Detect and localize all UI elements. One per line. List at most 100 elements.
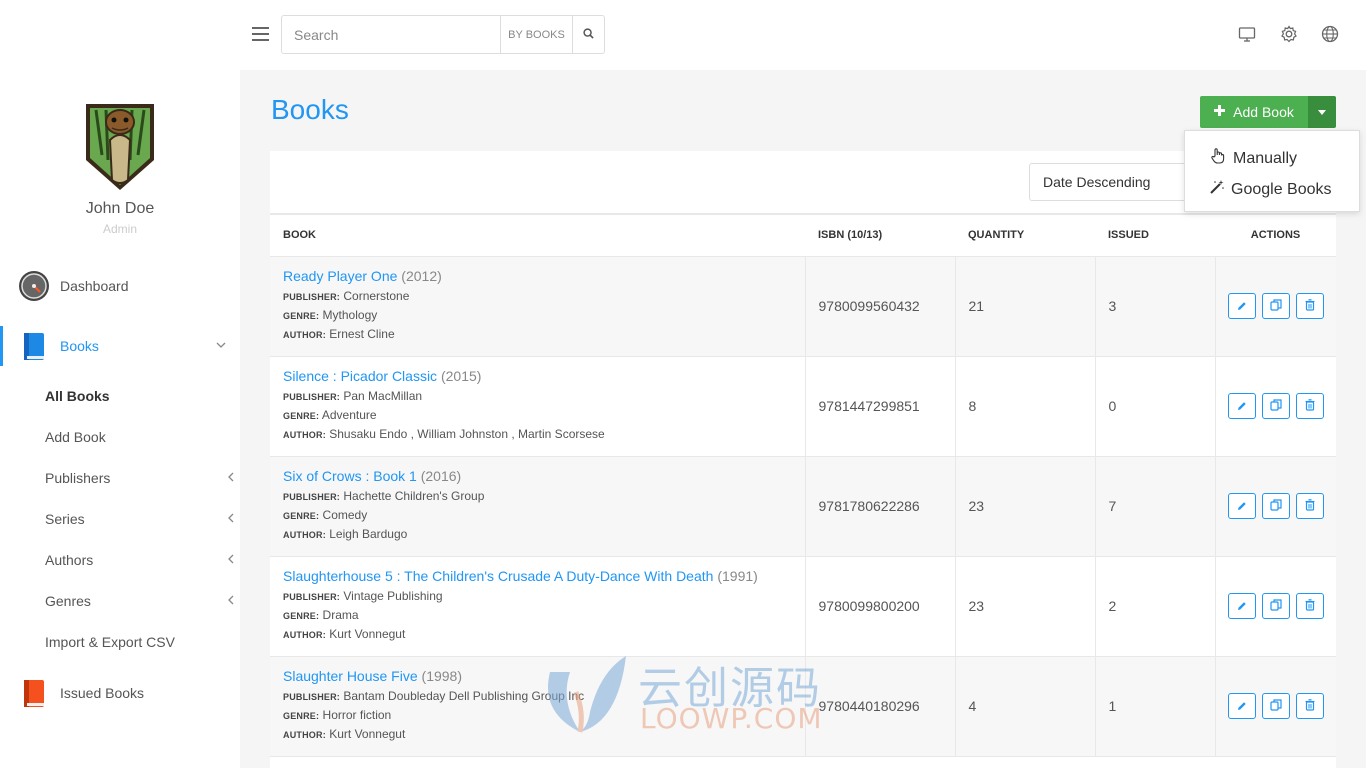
user-role: Admin <box>102 222 137 236</box>
sidebar-subitem-import-export-csv[interactable]: Import & Export CSV <box>45 634 235 654</box>
book-publisher: PUBLISHER: Hachette Children's Group <box>283 487 805 506</box>
column-header-quantity[interactable]: QUANTITY <box>955 213 1095 257</box>
sidebar-item-books[interactable]: Books <box>0 326 240 366</box>
isbn-cell: 9781780622286 <box>805 456 956 557</box>
delete-button[interactable] <box>1295 593 1324 619</box>
edit-button[interactable] <box>1227 593 1256 619</box>
book-title-link[interactable]: Silence : Picador Classic <box>283 368 437 384</box>
pencil-icon <box>1237 698 1247 714</box>
book-genre: GENRE: Drama <box>283 606 805 625</box>
sidebar-item-label: Dashboard <box>60 278 129 294</box>
menu-item-manually[interactable]: Manually <box>1209 147 1297 170</box>
duplicate-button[interactable] <box>1261 693 1290 719</box>
book-orange-icon <box>18 677 50 709</box>
sidebar-item-issued-books[interactable]: Issued Books <box>0 673 240 713</box>
book-publisher: PUBLISHER: Bantam Doubleday Dell Publish… <box>283 687 805 706</box>
sidebar-subitem-all-books[interactable]: All Books <box>45 388 235 408</box>
publisher-label: PUBLISHER: <box>283 392 341 402</box>
delete-button[interactable] <box>1295 393 1324 419</box>
book-year: (2015) <box>440 368 482 384</box>
column-header-book[interactable]: BOOK <box>270 213 805 257</box>
sidebar-subitem-genres[interactable]: Genres <box>45 593 235 613</box>
chevron-left-icon <box>227 513 235 526</box>
sidebar-item-dashboard[interactable]: Dashboard <box>0 266 240 306</box>
books-table: BOOK ISBN (10/13) QUANTITY ISSUED ACTION… <box>270 213 1336 757</box>
search-scope-button[interactable]: BY BOOKS <box>500 16 572 53</box>
book-author: AUTHOR: Leigh Bardugo <box>283 525 805 544</box>
quantity-cell: 21 <box>955 256 1096 357</box>
quantity-cell: 23 <box>955 456 1096 557</box>
quantity-cell: 4 <box>955 656 1096 757</box>
trash-icon <box>1305 698 1315 714</box>
duplicate-button[interactable] <box>1261 493 1290 519</box>
search-input[interactable] <box>282 16 500 53</box>
edit-button[interactable] <box>1227 493 1256 519</box>
book-title-link[interactable]: Six of Crows : Book 1 <box>283 468 417 484</box>
sidebar-subitem-label: Genres <box>45 593 91 609</box>
hamburger-menu-icon[interactable] <box>252 27 269 41</box>
book-title-line: Silence : Picador Classic (2015) <box>283 368 805 384</box>
search-button[interactable] <box>572 16 604 53</box>
menu-item-google-books[interactable]: Google Books <box>1209 179 1332 200</box>
author-value: Kurt Vonnegut <box>329 727 406 741</box>
edit-button[interactable] <box>1227 393 1256 419</box>
issued-cell: 1 <box>1095 656 1216 757</box>
book-title-line: Slaughterhouse 5 : The Children's Crusad… <box>283 568 805 584</box>
publisher-label: PUBLISHER: <box>283 692 341 702</box>
duplicate-button[interactable] <box>1261 593 1290 619</box>
search-icon <box>583 26 594 44</box>
avatar[interactable] <box>82 100 158 192</box>
chevron-left-icon <box>227 595 235 608</box>
monitor-icon[interactable] <box>1238 25 1258 45</box>
book-publisher: PUBLISHER: Vintage Publishing <box>283 587 805 606</box>
author-label: AUTHOR: <box>283 330 326 340</box>
caret-down-icon <box>1318 109 1326 115</box>
genre-value: Mythology <box>322 308 378 322</box>
book-title-link[interactable]: Ready Player One <box>283 268 397 284</box>
add-book-dropdown-menu: Manually Google Books <box>1184 130 1360 212</box>
menu-item-label: Manually <box>1233 149 1298 167</box>
book-title-line: Six of Crows : Book 1 (2016) <box>283 468 805 484</box>
duplicate-button[interactable] <box>1261 293 1290 319</box>
issued-cell: 0 <box>1095 356 1216 457</box>
sidebar-subitem-publishers[interactable]: Publishers <box>45 470 235 490</box>
edit-button[interactable] <box>1227 293 1256 319</box>
duplicate-button[interactable] <box>1261 393 1290 419</box>
edit-button[interactable] <box>1227 693 1256 719</box>
delete-button[interactable] <box>1295 493 1324 519</box>
isbn-cell: 9780099800200 <box>805 556 956 657</box>
books-card: Date Descending BOOK ISBN (10/13) QUANTI… <box>270 151 1336 768</box>
book-title-line: Slaughter House Five (1998) <box>283 668 805 684</box>
table-row: Silence : Picador Classic (2015) PUBLISHE… <box>270 356 1336 457</box>
sidebar-subitem-series[interactable]: Series <box>45 511 235 531</box>
gear-icon[interactable] <box>1280 25 1300 45</box>
copy-icon <box>1270 498 1282 514</box>
add-book-dropdown-toggle[interactable] <box>1308 96 1336 128</box>
book-title-link[interactable]: Slaughter House Five <box>283 668 418 684</box>
sidebar-subitem-authors[interactable]: Authors <box>45 552 235 572</box>
page-title: Books <box>271 94 349 125</box>
add-book-button[interactable]: Add Book <box>1200 96 1308 128</box>
sort-select[interactable]: Date Descending <box>1029 163 1189 201</box>
copy-icon <box>1270 598 1282 614</box>
actions-cell <box>1215 656 1336 757</box>
actions-cell <box>1215 456 1336 557</box>
chevron-left-icon <box>227 472 235 485</box>
sidebar-subitem-label: Authors <box>45 552 94 568</box>
publisher-value: Cornerstone <box>343 289 410 303</box>
column-header-isbn[interactable]: ISBN (10/13) <box>805 213 955 257</box>
book-cell: Slaughterhouse 5 : The Children's Crusad… <box>270 556 806 657</box>
sidebar-subitem-label: Publishers <box>45 470 111 486</box>
add-book-label: Add Book <box>1233 104 1294 120</box>
sidebar-subitem-add-book[interactable]: Add Book <box>45 429 235 449</box>
globe-icon[interactable] <box>1321 25 1341 45</box>
quantity-cell: 23 <box>955 556 1096 657</box>
isbn-cell: 9781447299851 <box>805 356 956 457</box>
column-header-issued[interactable]: ISSUED <box>1095 213 1215 257</box>
book-title-link[interactable]: Slaughterhouse 5 : The Children's Crusad… <box>283 568 713 584</box>
book-author: AUTHOR: Ernest Cline <box>283 325 805 344</box>
delete-button[interactable] <box>1295 293 1324 319</box>
delete-button[interactable] <box>1295 693 1324 719</box>
pencil-icon <box>1237 598 1247 614</box>
genre-value: Adventure <box>321 408 377 422</box>
